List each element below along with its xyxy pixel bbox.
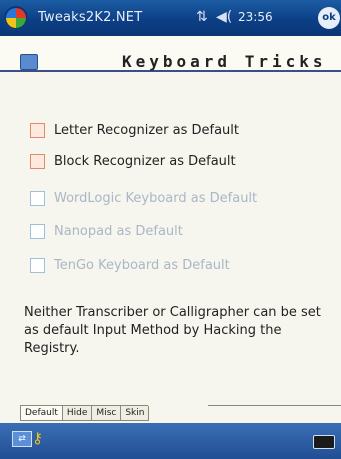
page-header: Keyboard Tricks [0,36,341,72]
checkbox [30,257,45,273]
checkbox[interactable] [30,122,45,138]
volume-icon[interactable]: ◀( [216,9,232,25]
connectivity-icon[interactable]: ⇅ [196,9,208,25]
tab-skin[interactable]: Skin [120,406,150,421]
clock[interactable]: 23:56 [238,10,273,24]
key-icon[interactable]: ⚷ [32,429,43,447]
option-label: Nanopad as Default [54,223,183,239]
app-icon [20,54,38,70]
tab-strip-border [208,405,341,406]
option-label: WordLogic Keyboard as Default [54,190,258,206]
tab-default[interactable]: Default [20,406,63,421]
title-bar: Tweaks2K2.NET ⇅ ◀( 23:56 ok [0,0,341,36]
tab-misc[interactable]: Misc [91,406,122,421]
option-nanopad: Nanopad as Default [30,221,183,241]
tab-strip: Default Hide Misc Skin [20,405,150,421]
page-title: Keyboard Tricks [122,52,327,71]
option-label: Letter Recognizer as Default [54,122,240,138]
info-note: Neither Transcriber or Calligrapher can … [24,305,321,356]
option-tengo-keyboard: TenGo Keyboard as Default [30,255,230,275]
option-label: Block Recognizer as Default [54,153,236,169]
option-block-recognizer[interactable]: Block Recognizer as Default [30,151,236,171]
option-letter-recognizer[interactable]: Letter Recognizer as Default [30,120,239,140]
checkbox [30,190,45,206]
tab-hide[interactable]: Hide [61,406,93,421]
option-wordlogic-keyboard: WordLogic Keyboard as Default [30,188,257,208]
app-title: Tweaks2K2.NET [38,10,143,25]
checkbox [30,223,45,239]
sync-icon[interactable]: ⇄ [12,431,32,447]
keyboard-icon[interactable] [313,435,335,449]
option-label: TenGo Keyboard as Default [54,257,230,273]
menu-bar: ⇄ ⚷ [0,423,341,459]
ok-button[interactable]: ok [318,7,340,29]
checkbox[interactable] [30,153,45,169]
windows-start-icon[interactable] [4,6,28,30]
